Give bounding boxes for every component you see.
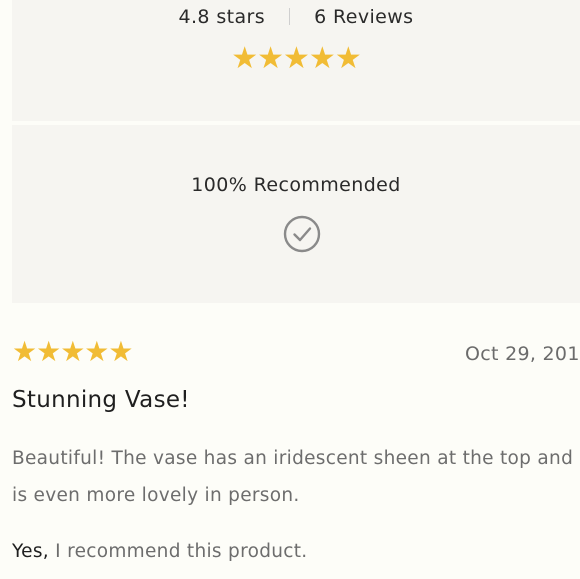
reviews-page: 4.8 stars 6 Reviews ★★★★★ 100% Recommende… [0,0,580,579]
recommend-yes-label: Yes, [12,541,49,562]
review-body-line: Beautiful! The vase has an iridescent sh… [12,448,574,469]
recommendation-summary-panel: 100% Recommended [12,125,580,303]
average-rating-label: 4.8 stars [178,6,266,28]
rating-summary-line: 4.8 stars 6 Reviews [12,6,580,28]
recommend-text: I recommend this product. [48,541,308,562]
review-recommendation: Yes, I recommend this product. [12,541,308,562]
review-title: Stunning Vase! [12,387,190,413]
review-star-rating: ★★★★★ [12,335,134,368]
review-date: Oct 29, 201 [465,343,580,365]
summary-divider [289,8,291,25]
review-body-line: is even more lovely in person. [12,485,300,506]
rating-summary-panel: 4.8 stars 6 Reviews ★★★★★ [12,0,580,121]
recommendation-percentage: 100% Recommended [191,174,401,196]
review-count-link[interactable]: 6 Reviews [314,6,413,28]
review-body: Beautiful! The vase has an iridescent sh… [12,440,580,514]
summary-star-rating: ★★★★★ [231,41,361,76]
check-circle-icon [283,215,321,253]
